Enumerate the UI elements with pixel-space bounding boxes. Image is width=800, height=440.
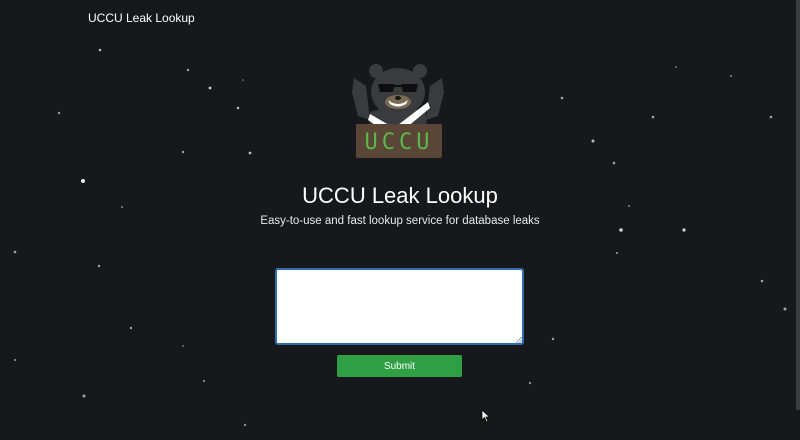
mouse-pointer-icon <box>481 409 491 423</box>
page-subtitle: Easy-to-use and fast lookup service for … <box>260 215 540 227</box>
site-title-link[interactable]: UCCU Leak Lookup <box>88 11 195 25</box>
bear-mascot-logo: UCCU <box>352 64 444 158</box>
page-title: UCCU Leak Lookup <box>302 183 498 208</box>
lookup-query-textarea[interactable] <box>275 268 524 345</box>
page-scrollbar[interactable] <box>796 0 800 410</box>
submit-button[interactable]: Submit <box>337 355 462 377</box>
logo-text: UCCU <box>365 130 434 155</box>
